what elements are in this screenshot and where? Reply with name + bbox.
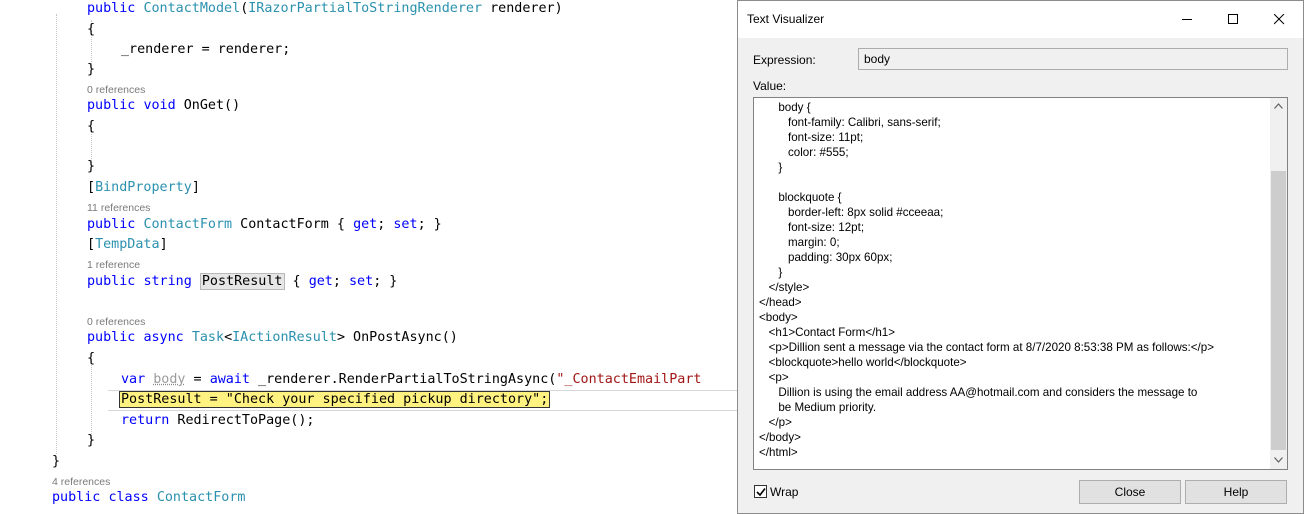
code-line-close-brace[interactable]: } [87,60,95,80]
indent-guide [91,358,92,442]
maximize-icon [1228,14,1238,24]
minimize-icon [1182,19,1192,20]
code-line-open-brace[interactable]: { [87,20,95,40]
reference-highlight: PostResult [199,273,285,290]
text-visualizer-dialog: Text Visualizer Expression: body Value: … [737,0,1304,514]
code-line-open-brace[interactable]: { [87,117,95,137]
code-line-contactform-property[interactable]: public ContactForm ContactForm { get; se… [87,215,442,235]
indent-guide [56,14,57,454]
code-line-bindproperty[interactable]: [BindProperty] [87,178,200,198]
code-line-postresult-property[interactable]: public string PostResult { get; set; } [87,272,397,292]
code-line-open-brace[interactable]: { [87,349,95,369]
code-line-close-brace[interactable]: } [52,452,60,472]
code-line-return[interactable]: return RedirectToPage(); [121,411,315,431]
code-line-constructor[interactable]: public ContactModel(IRazorPartialToStrin… [87,0,563,19]
code-line-close-brace[interactable]: } [87,157,95,177]
close-icon [1274,14,1285,25]
code-line-class-declaration[interactable]: public class ContactForm [52,488,246,508]
scroll-up-button[interactable] [1270,98,1287,115]
help-button[interactable]: Help [1185,480,1287,504]
expression-field[interactable]: body [858,48,1288,70]
title-bar[interactable]: Text Visualizer [738,1,1303,38]
chevron-down-icon [1274,457,1283,463]
code-line-onget[interactable]: public void OnGet() [87,96,240,116]
close-window-button[interactable] [1257,1,1303,38]
wrap-checkbox[interactable] [754,485,767,498]
scrollbar-thumb[interactable] [1271,171,1286,450]
scroll-down-button[interactable] [1270,452,1287,469]
value-text: body { font-family: Calibri, sans-serif;… [759,101,1214,459]
minimize-button[interactable] [1165,1,1211,38]
close-button[interactable]: Close [1079,480,1181,504]
code-line-close-brace[interactable]: } [87,431,95,451]
code-line-var-body[interactable]: var body = await _renderer.RenderPartial… [121,370,701,390]
current-statement-highlight: PostResult = "Check your specified picku… [119,391,551,408]
code-line-postresult-assign[interactable]: PostResult = "Check your specified picku… [119,390,551,410]
checkmark-icon [756,488,766,497]
wrap-label[interactable]: Wrap [770,485,798,499]
code-line-tempdata[interactable]: [TempData] [87,235,168,255]
value-textarea[interactable]: body { font-family: Calibri, sans-serif;… [753,97,1288,470]
maximize-button[interactable] [1211,1,1257,38]
value-label: Value: [753,79,787,93]
codelens-references-postresult[interactable]: 1 reference [87,259,140,272]
vertical-scrollbar[interactable] [1270,98,1287,469]
code-line-assign-renderer[interactable]: _renderer = renderer; [121,40,290,60]
expression-label: Expression: [753,53,816,67]
codelens-references-contactform[interactable]: 11 references [87,202,150,215]
dialog-title: Text Visualizer [747,12,825,26]
chevron-up-icon [1274,103,1283,109]
code-line-onpostasync[interactable]: public async Task<IActionResult> OnPostA… [87,328,458,348]
